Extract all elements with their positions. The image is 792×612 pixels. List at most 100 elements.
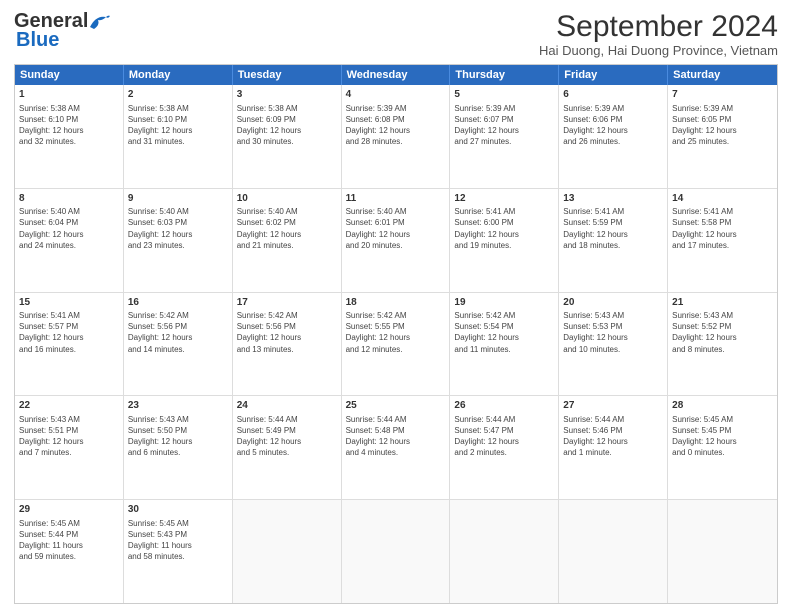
empty-cell-4-3 [342, 500, 451, 603]
day-info: Sunrise: 5:42 AM Sunset: 5:55 PM Dayligh… [346, 310, 446, 355]
day-info: Sunrise: 5:40 AM Sunset: 6:04 PM Dayligh… [19, 206, 119, 251]
weekday-header-friday: Friday [559, 65, 668, 85]
day-info: Sunrise: 5:39 AM Sunset: 6:08 PM Dayligh… [346, 103, 446, 148]
day-number: 13 [563, 192, 663, 206]
day-cell-8: 8Sunrise: 5:40 AM Sunset: 6:04 PM Daylig… [15, 189, 124, 292]
day-info: Sunrise: 5:38 AM Sunset: 6:10 PM Dayligh… [128, 103, 228, 148]
day-number: 16 [128, 296, 228, 310]
day-cell-16: 16Sunrise: 5:42 AM Sunset: 5:56 PM Dayli… [124, 293, 233, 396]
day-info: Sunrise: 5:41 AM Sunset: 5:57 PM Dayligh… [19, 310, 119, 355]
day-cell-22: 22Sunrise: 5:43 AM Sunset: 5:51 PM Dayli… [15, 396, 124, 499]
day-cell-28: 28Sunrise: 5:45 AM Sunset: 5:45 PM Dayli… [668, 396, 777, 499]
weekday-header-monday: Monday [124, 65, 233, 85]
day-number: 6 [563, 88, 663, 102]
day-info: Sunrise: 5:40 AM Sunset: 6:03 PM Dayligh… [128, 206, 228, 251]
day-info: Sunrise: 5:41 AM Sunset: 6:00 PM Dayligh… [454, 206, 554, 251]
day-info: Sunrise: 5:45 AM Sunset: 5:43 PM Dayligh… [128, 518, 228, 563]
day-cell-26: 26Sunrise: 5:44 AM Sunset: 5:47 PM Dayli… [450, 396, 559, 499]
day-number: 29 [19, 503, 119, 517]
location: Hai Duong, Hai Duong Province, Vietnam [539, 43, 778, 58]
day-info: Sunrise: 5:45 AM Sunset: 5:45 PM Dayligh… [672, 414, 773, 459]
empty-cell-4-6 [668, 500, 777, 603]
day-cell-13: 13Sunrise: 5:41 AM Sunset: 5:59 PM Dayli… [559, 189, 668, 292]
calendar: SundayMondayTuesdayWednesdayThursdayFrid… [14, 64, 778, 604]
day-info: Sunrise: 5:44 AM Sunset: 5:47 PM Dayligh… [454, 414, 554, 459]
day-cell-2: 2Sunrise: 5:38 AM Sunset: 6:10 PM Daylig… [124, 85, 233, 188]
day-info: Sunrise: 5:41 AM Sunset: 5:58 PM Dayligh… [672, 206, 773, 251]
day-cell-20: 20Sunrise: 5:43 AM Sunset: 5:53 PM Dayli… [559, 293, 668, 396]
day-number: 10 [237, 192, 337, 206]
empty-cell-4-2 [233, 500, 342, 603]
calendar-row-1: 1Sunrise: 5:38 AM Sunset: 6:10 PM Daylig… [15, 85, 777, 189]
day-info: Sunrise: 5:39 AM Sunset: 6:07 PM Dayligh… [454, 103, 554, 148]
day-info: Sunrise: 5:41 AM Sunset: 5:59 PM Dayligh… [563, 206, 663, 251]
weekday-header-sunday: Sunday [15, 65, 124, 85]
day-info: Sunrise: 5:38 AM Sunset: 6:10 PM Dayligh… [19, 103, 119, 148]
weekday-header-thursday: Thursday [450, 65, 559, 85]
day-cell-3: 3Sunrise: 5:38 AM Sunset: 6:09 PM Daylig… [233, 85, 342, 188]
day-number: 20 [563, 296, 663, 310]
month-title: September 2024 [539, 10, 778, 43]
day-number: 27 [563, 399, 663, 413]
day-cell-1: 1Sunrise: 5:38 AM Sunset: 6:10 PM Daylig… [15, 85, 124, 188]
day-cell-9: 9Sunrise: 5:40 AM Sunset: 6:03 PM Daylig… [124, 189, 233, 292]
day-info: Sunrise: 5:44 AM Sunset: 5:48 PM Dayligh… [346, 414, 446, 459]
day-number: 21 [672, 296, 773, 310]
day-cell-29: 29Sunrise: 5:45 AM Sunset: 5:44 PM Dayli… [15, 500, 124, 603]
day-cell-24: 24Sunrise: 5:44 AM Sunset: 5:49 PM Dayli… [233, 396, 342, 499]
day-number: 11 [346, 192, 446, 206]
day-cell-19: 19Sunrise: 5:42 AM Sunset: 5:54 PM Dayli… [450, 293, 559, 396]
day-number: 24 [237, 399, 337, 413]
logo-blue: Blue [14, 29, 59, 52]
day-cell-14: 14Sunrise: 5:41 AM Sunset: 5:58 PM Dayli… [668, 189, 777, 292]
day-cell-6: 6Sunrise: 5:39 AM Sunset: 6:06 PM Daylig… [559, 85, 668, 188]
day-cell-10: 10Sunrise: 5:40 AM Sunset: 6:02 PM Dayli… [233, 189, 342, 292]
day-info: Sunrise: 5:45 AM Sunset: 5:44 PM Dayligh… [19, 518, 119, 563]
day-info: Sunrise: 5:43 AM Sunset: 5:53 PM Dayligh… [563, 310, 663, 355]
empty-cell-4-5 [559, 500, 668, 603]
weekday-header-wednesday: Wednesday [342, 65, 451, 85]
day-cell-27: 27Sunrise: 5:44 AM Sunset: 5:46 PM Dayli… [559, 396, 668, 499]
day-number: 9 [128, 192, 228, 206]
day-number: 28 [672, 399, 773, 413]
day-info: Sunrise: 5:42 AM Sunset: 5:56 PM Dayligh… [237, 310, 337, 355]
day-info: Sunrise: 5:43 AM Sunset: 5:50 PM Dayligh… [128, 414, 228, 459]
day-info: Sunrise: 5:42 AM Sunset: 5:54 PM Dayligh… [454, 310, 554, 355]
day-info: Sunrise: 5:38 AM Sunset: 6:09 PM Dayligh… [237, 103, 337, 148]
day-number: 12 [454, 192, 554, 206]
day-number: 5 [454, 88, 554, 102]
day-cell-7: 7Sunrise: 5:39 AM Sunset: 6:05 PM Daylig… [668, 85, 777, 188]
weekday-header-tuesday: Tuesday [233, 65, 342, 85]
day-cell-4: 4Sunrise: 5:39 AM Sunset: 6:08 PM Daylig… [342, 85, 451, 188]
day-info: Sunrise: 5:44 AM Sunset: 5:46 PM Dayligh… [563, 414, 663, 459]
calendar-row-5: 29Sunrise: 5:45 AM Sunset: 5:44 PM Dayli… [15, 500, 777, 603]
day-cell-5: 5Sunrise: 5:39 AM Sunset: 6:07 PM Daylig… [450, 85, 559, 188]
logo: General Blue [14, 10, 112, 52]
day-cell-21: 21Sunrise: 5:43 AM Sunset: 5:52 PM Dayli… [668, 293, 777, 396]
day-number: 8 [19, 192, 119, 206]
day-cell-15: 15Sunrise: 5:41 AM Sunset: 5:57 PM Dayli… [15, 293, 124, 396]
day-number: 18 [346, 296, 446, 310]
day-cell-11: 11Sunrise: 5:40 AM Sunset: 6:01 PM Dayli… [342, 189, 451, 292]
title-block: September 2024 Hai Duong, Hai Duong Prov… [539, 10, 778, 58]
day-cell-12: 12Sunrise: 5:41 AM Sunset: 6:00 PM Dayli… [450, 189, 559, 292]
day-info: Sunrise: 5:40 AM Sunset: 6:01 PM Dayligh… [346, 206, 446, 251]
weekday-header-saturday: Saturday [668, 65, 777, 85]
day-cell-25: 25Sunrise: 5:44 AM Sunset: 5:48 PM Dayli… [342, 396, 451, 499]
day-cell-23: 23Sunrise: 5:43 AM Sunset: 5:50 PM Dayli… [124, 396, 233, 499]
calendar-body: 1Sunrise: 5:38 AM Sunset: 6:10 PM Daylig… [15, 85, 777, 603]
day-number: 26 [454, 399, 554, 413]
day-number: 1 [19, 88, 119, 102]
day-info: Sunrise: 5:43 AM Sunset: 5:51 PM Dayligh… [19, 414, 119, 459]
calendar-header: SundayMondayTuesdayWednesdayThursdayFrid… [15, 65, 777, 85]
day-number: 19 [454, 296, 554, 310]
day-cell-30: 30Sunrise: 5:45 AM Sunset: 5:43 PM Dayli… [124, 500, 233, 603]
day-number: 2 [128, 88, 228, 102]
day-number: 17 [237, 296, 337, 310]
day-number: 22 [19, 399, 119, 413]
day-number: 25 [346, 399, 446, 413]
day-info: Sunrise: 5:42 AM Sunset: 5:56 PM Dayligh… [128, 310, 228, 355]
day-info: Sunrise: 5:40 AM Sunset: 6:02 PM Dayligh… [237, 206, 337, 251]
day-number: 30 [128, 503, 228, 517]
empty-cell-4-4 [450, 500, 559, 603]
